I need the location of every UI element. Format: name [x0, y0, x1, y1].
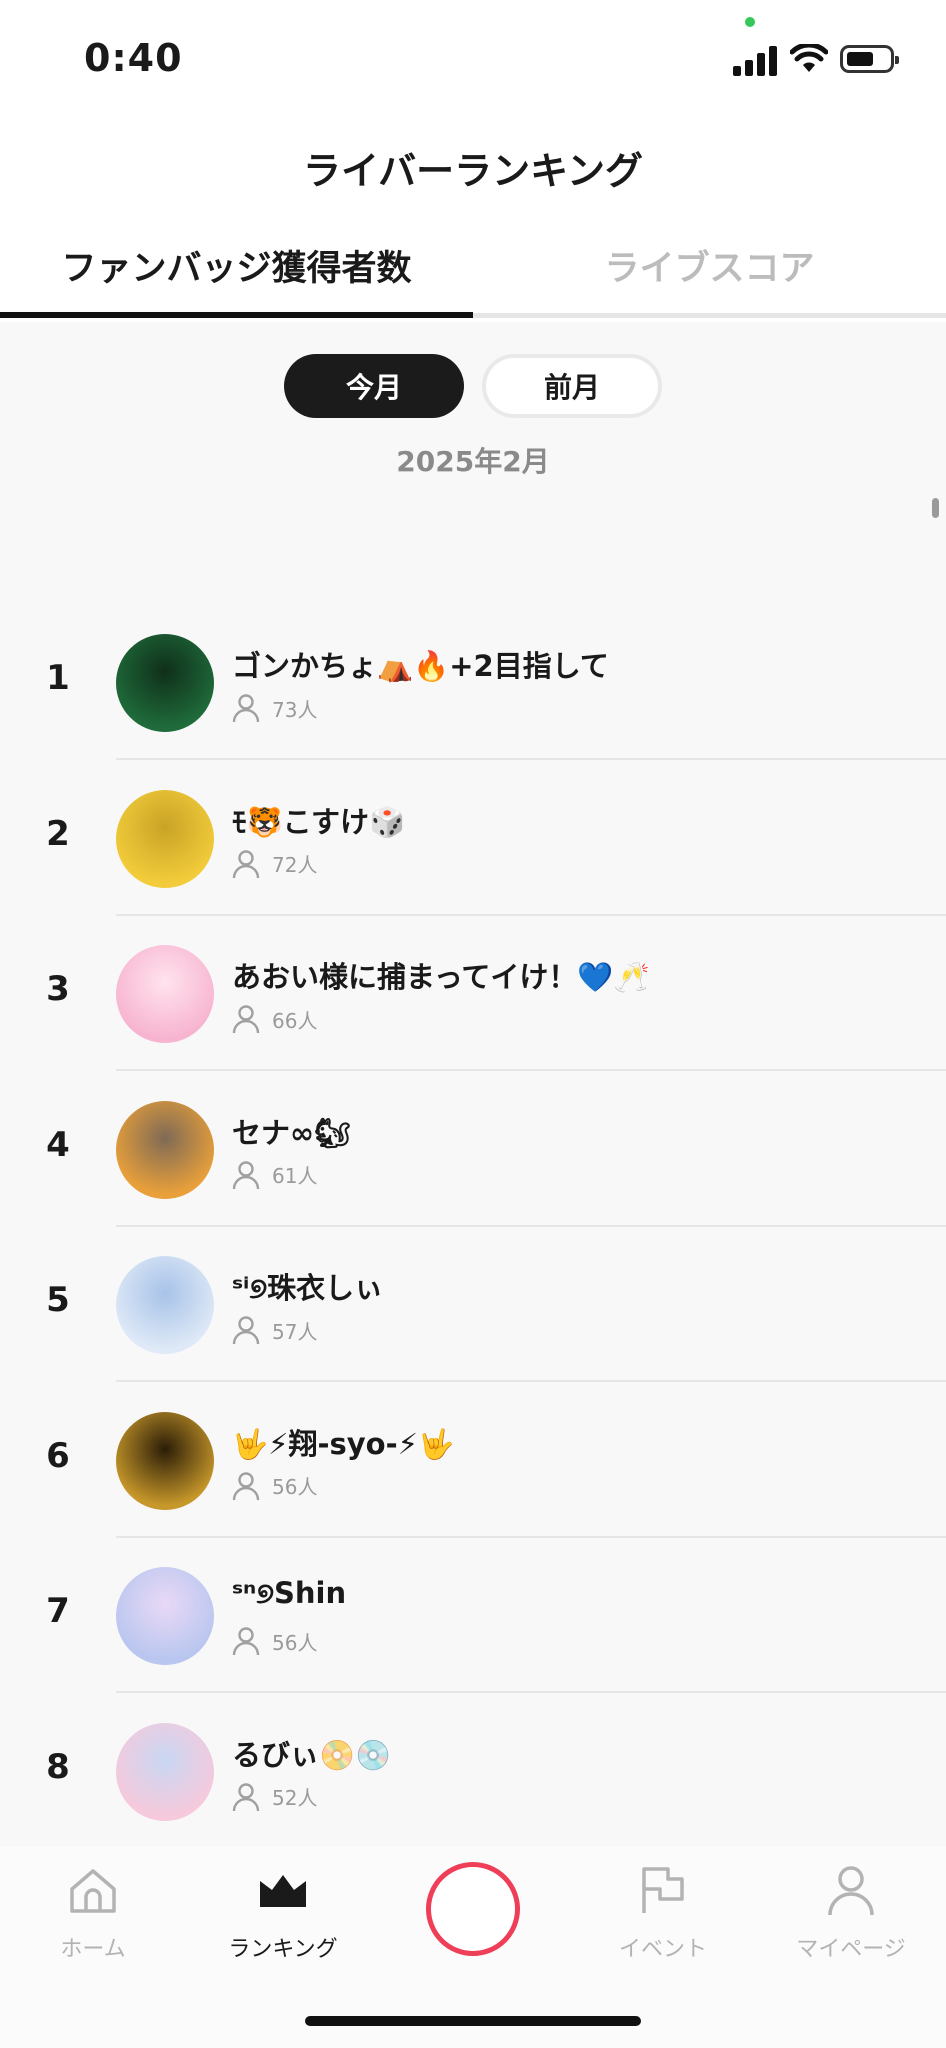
crown-icon [260, 1875, 306, 1907]
nav-event-label: イベント [618, 1937, 707, 1962]
liver-avatar[interactable] [116, 945, 214, 1043]
last-month-toggle[interactable]: 前月 [482, 354, 662, 418]
this-month-toggle[interactable]: 今月 [284, 354, 464, 418]
ranking-row[interactable]: 1 ゴンかちょ⛺🔥+2目指して 73人 [0, 605, 946, 760]
fan-count: 57人 [232, 1315, 317, 1345]
nav-home[interactable]: ホーム [8, 1863, 178, 1963]
fan-count: 61人 [232, 1160, 317, 1190]
scrollbar-thumb[interactable] [932, 498, 939, 518]
liver-name: 🤟⚡翔-syo-⚡🤟 [232, 1426, 455, 1461]
liver-avatar[interactable] [116, 1567, 214, 1665]
person-icon [828, 1866, 874, 1916]
fan-count-value: 66人 [272, 1008, 318, 1033]
liver-name: ˢⁱ୭珠衣しぃ [232, 1271, 384, 1305]
period-label: 2025年2月 [396, 445, 550, 478]
nav-event[interactable]: イベント [578, 1863, 748, 1963]
person-icon [232, 1005, 260, 1034]
active-tab-indicator [0, 312, 473, 318]
liver-name: ˢⁿ୭Shin [232, 1576, 347, 1610]
wifi-icon [790, 44, 828, 72]
status-time: 0:40 [84, 36, 183, 80]
ranking-row[interactable]: 7 ˢⁿ୭Shin 56人 [0, 1538, 946, 1693]
liver-avatar[interactable] [116, 789, 214, 888]
rank-number: 5 [46, 1280, 70, 1320]
tab-fan-badge-count[interactable]: ファンバッジ獲得者数 [0, 240, 473, 291]
fan-count: 66人 [232, 1004, 317, 1034]
fan-count-value: 57人 [272, 1319, 318, 1344]
fan-count: 73人 [232, 693, 317, 723]
ranking-row[interactable]: 4 セナ∞🐿 61人 [0, 1072, 946, 1227]
liver-name: あおい様に捕まってイけ！💙🥂 [232, 960, 650, 994]
go-live-button[interactable] [426, 1862, 520, 1956]
rank-number: 6 [46, 1435, 70, 1476]
rank-number: 3 [46, 969, 70, 1009]
ranking-row[interactable]: 2 ﾓ🐯こすけ🎲 72人 [0, 761, 946, 916]
flag-icon [642, 1867, 684, 1913]
fan-count-value: 72人 [272, 853, 318, 877]
cellular-signal-icon [733, 44, 779, 76]
liver-avatar[interactable] [116, 1100, 214, 1199]
top-header-area: 0:40 ライバーランキング ファンバッジ獲得者数 ライブスコア [0, 0, 946, 322]
fan-count: 72人 [232, 849, 317, 879]
home-icon [70, 1869, 116, 1913]
liver-avatar[interactable] [116, 1411, 214, 1510]
privacy-indicator-dot [745, 17, 755, 27]
person-icon [232, 849, 260, 878]
liver-name: ゴンかちょ⛺🔥+2目指して [232, 649, 609, 683]
liver-name: セナ∞🐿 [232, 1115, 351, 1150]
home-indicator [305, 2016, 641, 2026]
liver-name: ﾓ🐯こすけ🎲 [232, 804, 406, 839]
person-icon [232, 1782, 260, 1811]
nav-mypage-label: マイページ [796, 1937, 906, 1962]
nav-ranking-label: ランキング [228, 1937, 338, 1962]
fan-count-value: 73人 [272, 697, 318, 722]
tab-live-score[interactable]: ライブスコア [473, 240, 946, 291]
person-icon [232, 1160, 260, 1189]
person-icon [232, 694, 260, 723]
rank-number: 8 [46, 1746, 70, 1787]
ranking-row[interactable]: 6 🤟⚡翔-syo-⚡🤟 56人 [0, 1383, 946, 1538]
person-icon [232, 1316, 260, 1345]
rank-number: 4 [46, 1124, 70, 1165]
nav-ranking[interactable]: ランキング [198, 1863, 368, 1963]
fan-count-value: 56人 [272, 1630, 318, 1655]
battery-icon [840, 45, 899, 73]
fan-count: 52人 [232, 1782, 317, 1812]
nav-mypage[interactable]: マイページ [766, 1863, 936, 1963]
page-title: ライバーランキング [302, 149, 644, 193]
ranking-row[interactable]: 5 ˢⁱ୭珠衣しぃ 57人 [0, 1227, 946, 1382]
fan-count-value: 52人 [272, 1786, 318, 1810]
rank-number: 7 [46, 1591, 70, 1631]
fan-count-value: 56人 [272, 1475, 318, 1499]
ranking-row[interactable]: 3 あおい様に捕まってイけ！💙🥂 66人 [0, 916, 946, 1071]
person-icon [232, 1471, 260, 1500]
nav-home-label: ホーム [60, 1937, 126, 1962]
ranking-row[interactable]: 8 るびぃ📀💿 52人 [0, 1694, 946, 1849]
fan-count-value: 61人 [272, 1164, 318, 1188]
fan-count: 56人 [232, 1471, 317, 1501]
liver-avatar[interactable] [116, 1722, 214, 1821]
fan-count: 56人 [232, 1626, 317, 1656]
rank-number: 1 [46, 658, 70, 698]
liver-avatar[interactable] [116, 634, 214, 732]
liver-avatar[interactable] [116, 1256, 214, 1354]
liver-name: るびぃ📀💿 [232, 1737, 392, 1772]
person-icon [232, 1627, 260, 1656]
rank-number: 2 [46, 813, 70, 854]
